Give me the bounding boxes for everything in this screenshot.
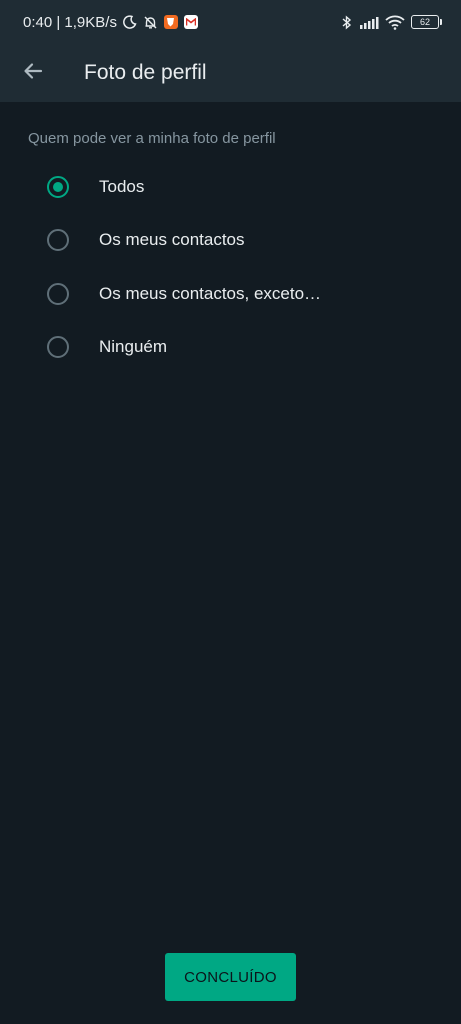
section-label: Quem pode ver a minha foto de perfil (28, 130, 276, 147)
option-label: Todos (99, 176, 145, 196)
option-ninguem[interactable]: Ninguém (0, 321, 461, 375)
wifi-icon (385, 15, 405, 30)
bell-off-icon (143, 15, 158, 30)
battery-level: 62 (419, 17, 430, 27)
signal-icon (359, 16, 379, 29)
battery-icon: 62 (411, 15, 442, 29)
option-label: Os meus contactos (99, 230, 245, 250)
radio-unchecked-icon[interactable] (47, 229, 69, 252)
bluetooth-icon (341, 14, 353, 30)
arrow-left-icon (22, 60, 44, 87)
privacy-options-list: Todos Os meus contactos Os meus contacto… (0, 160, 461, 374)
gmail-app-icon (183, 15, 198, 29)
option-label: Os meus contactos, exceto… (99, 283, 322, 303)
moon-icon (123, 15, 137, 29)
status-bar-right: 62 (341, 14, 442, 30)
option-meus-contactos-exceto[interactable]: Os meus contactos, exceto… (0, 267, 461, 321)
status-time: 0:40 | 1,9KB/s (23, 13, 117, 31)
status-bar: 0:40 | 1,9KB/s 62 (0, 0, 461, 44)
radio-unchecked-icon[interactable] (47, 336, 69, 359)
option-meus-contactos[interactable]: Os meus contactos (0, 214, 461, 268)
back-button[interactable] (0, 44, 64, 102)
radio-checked-icon[interactable] (47, 175, 69, 198)
brave-app-icon (163, 15, 178, 29)
page-title: Foto de perfil (84, 61, 207, 84)
option-todos[interactable]: Todos (0, 160, 461, 214)
status-bar-left: 0:40 | 1,9KB/s (23, 14, 198, 31)
done-button[interactable]: CONCLUÍDO (165, 953, 296, 1001)
radio-unchecked-icon[interactable] (47, 282, 69, 305)
app-bar: Foto de perfil (0, 44, 461, 102)
option-label: Ninguém (99, 337, 168, 357)
